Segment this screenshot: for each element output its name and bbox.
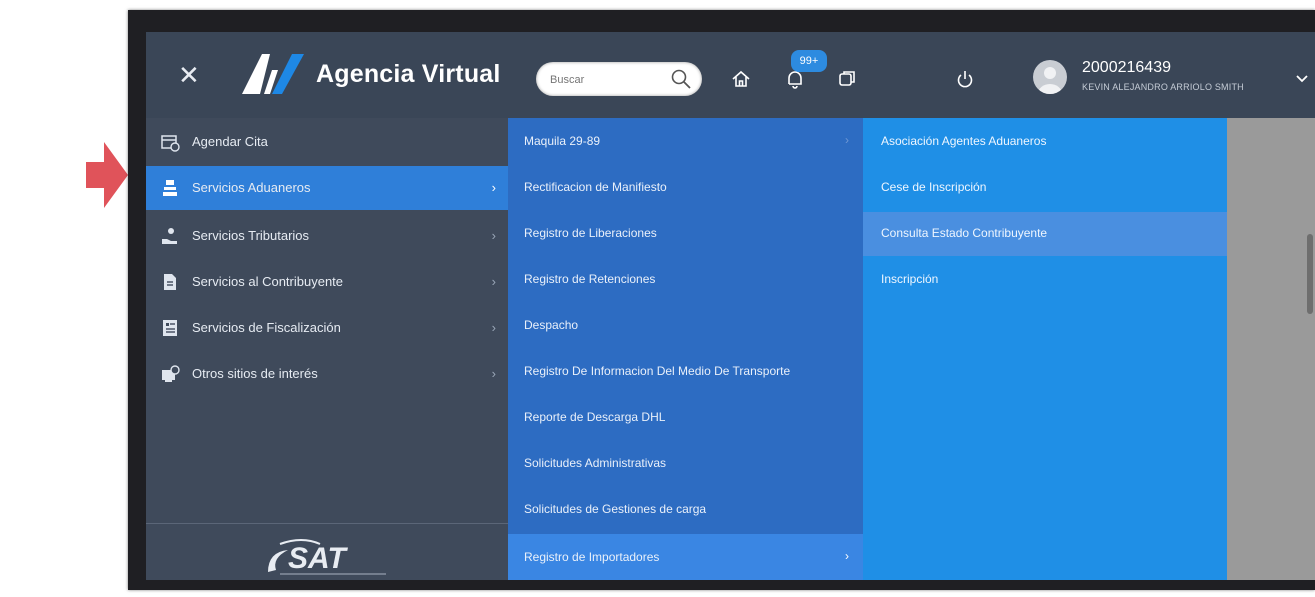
submenu-item-liberaciones[interactable]: Registro de Liberaciones bbox=[508, 210, 863, 256]
submenu-item-retenciones[interactable]: Registro de Retenciones bbox=[508, 256, 863, 302]
subsubmenu-item-inscripcion[interactable]: Inscripción bbox=[863, 258, 1227, 302]
subsubmenu-item-label: Asociación Agentes Aduaneros bbox=[881, 134, 1047, 148]
chevron-right-icon: › bbox=[491, 320, 496, 335]
sidebar-item-label: Agendar Cita bbox=[192, 134, 268, 149]
power-icon[interactable] bbox=[954, 68, 976, 90]
submenu-item-registro-importadores[interactable]: Registro de Importadores › bbox=[508, 534, 863, 580]
submenu-item-label: Despacho bbox=[524, 318, 579, 332]
top-bar: ✕ Agencia Virtual 99+ bbox=[146, 32, 1315, 118]
chevron-right-icon: › bbox=[845, 549, 849, 563]
sidebar-item-servicios-tributarios[interactable]: Servicios Tributarios › bbox=[146, 214, 508, 258]
chevron-right-icon: › bbox=[491, 180, 496, 195]
avatar[interactable] bbox=[1033, 60, 1067, 94]
sidebar-item-label: Servicios al Contribuyente bbox=[192, 274, 344, 289]
app-title: Agencia Virtual bbox=[316, 60, 501, 88]
submenu-item-label: Maquila 29-89 bbox=[524, 134, 601, 148]
submenu-item-label: Registro de Importadores bbox=[524, 550, 660, 564]
chevron-right-icon: › bbox=[845, 133, 849, 147]
close-icon[interactable]: ✕ bbox=[178, 62, 200, 88]
submenu-item-medio-transporte[interactable]: Registro De Informacion Del Medio De Tra… bbox=[508, 348, 863, 394]
subsubmenu-panel: Asociación Agentes Aduaneros Cese de Ins… bbox=[863, 118, 1227, 580]
chevron-right-icon: › bbox=[491, 274, 496, 289]
document-icon bbox=[164, 274, 176, 290]
scrollbar[interactable] bbox=[1307, 234, 1313, 314]
home-icon[interactable] bbox=[730, 68, 752, 90]
submenu-item-despacho[interactable]: Despacho bbox=[508, 302, 863, 348]
sidebar-divider bbox=[146, 523, 508, 524]
submenu-item-rectificacion[interactable]: Rectificacion de Manifiesto bbox=[508, 164, 863, 210]
chevron-right-icon: › bbox=[491, 228, 496, 243]
search-icon[interactable] bbox=[670, 68, 692, 90]
sidebar: Agendar Cita Servicios Aduaneros › Servi… bbox=[146, 118, 508, 580]
calendar-icon bbox=[161, 135, 180, 152]
submenu-item-gestiones-carga[interactable]: Solicitudes de Gestiones de carga bbox=[508, 486, 863, 532]
sidebar-item-servicios-al-contribuyente[interactable]: Servicios al Contribuyente › bbox=[146, 260, 508, 304]
windows-icon[interactable] bbox=[836, 68, 858, 90]
subsubmenu-item-label: Consulta Estado Contribuyente bbox=[881, 226, 1048, 240]
sidebar-item-label: Servicios de Fiscalización bbox=[192, 320, 341, 335]
submenu-item-label: Rectificacion de Manifiesto bbox=[524, 180, 667, 194]
subsubmenu-item-label: Cese de Inscripción bbox=[881, 180, 987, 194]
search-box[interactable] bbox=[536, 62, 702, 96]
submenu-item-label: Registro de Liberaciones bbox=[524, 226, 657, 240]
web-icon bbox=[162, 365, 180, 382]
chevron-right-icon: › bbox=[491, 366, 496, 381]
sidebar-item-label: Otros sitios de interés bbox=[192, 366, 318, 381]
app-window: ✕ Agencia Virtual 99+ bbox=[128, 10, 1315, 590]
search-input[interactable] bbox=[548, 69, 672, 91]
sidebar-item-servicios-aduaneros[interactable]: Servicios Aduaneros › bbox=[146, 166, 508, 210]
user-icon bbox=[1038, 67, 1062, 94]
sat-logo: SAT bbox=[268, 539, 386, 575]
user-name: KEVIN ALEJANDRO ARRIOLO SMITH bbox=[1082, 82, 1244, 92]
sidebar-item-agendar-cita[interactable]: Agendar Cita bbox=[146, 120, 508, 164]
subsubmenu-item-consulta-estado[interactable]: Consulta Estado Contribuyente bbox=[863, 212, 1227, 256]
subsubmenu-item-asociacion[interactable]: Asociación Agentes Aduaneros bbox=[863, 120, 1227, 164]
notification-badge[interactable]: 99+ bbox=[791, 50, 827, 72]
chevron-down-icon[interactable] bbox=[1294, 72, 1310, 84]
submenu-item-solicitudes-administrativas[interactable]: Solicitudes Administrativas bbox=[508, 440, 863, 486]
hand-coin-icon bbox=[162, 228, 177, 244]
submenu-panel: Maquila 29-89 › Rectificacion de Manifie… bbox=[508, 118, 863, 580]
sidebar-item-label: Servicios Tributarios bbox=[192, 228, 310, 243]
submenu-item-label: Registro De Informacion Del Medio De Tra… bbox=[524, 364, 791, 378]
sidebar-item-label: Servicios Aduaneros bbox=[192, 180, 311, 195]
submenu-item-label: Solicitudes Administrativas bbox=[524, 456, 667, 470]
sat-logo-text: SAT bbox=[288, 542, 348, 575]
submenu-item-label: Solicitudes de Gestiones de carga bbox=[524, 502, 707, 516]
red-arrow-icon bbox=[86, 142, 128, 208]
user-id: 2000216439 bbox=[1082, 59, 1171, 76]
sidebar-item-otros-sitios[interactable]: Otros sitios de interés › bbox=[146, 352, 508, 396]
customs-icon bbox=[163, 180, 177, 196]
submenu-item-maquila[interactable]: Maquila 29-89 › bbox=[508, 118, 863, 164]
subsubmenu-item-cese[interactable]: Cese de Inscripción bbox=[863, 166, 1227, 210]
sidebar-item-servicios-de-fiscalizacion[interactable]: Servicios de Fiscalización › bbox=[146, 306, 508, 350]
ledger-icon bbox=[163, 320, 177, 336]
submenu-item-label: Reporte de Descarga DHL bbox=[524, 410, 666, 424]
submenu-item-label: Registro de Retenciones bbox=[524, 272, 656, 286]
page-overlay bbox=[1227, 118, 1315, 580]
submenu-item-descarga-dhl[interactable]: Reporte de Descarga DHL bbox=[508, 394, 863, 440]
subsubmenu-item-label: Inscripción bbox=[881, 272, 939, 286]
agencia-virtual-logo bbox=[242, 54, 304, 94]
